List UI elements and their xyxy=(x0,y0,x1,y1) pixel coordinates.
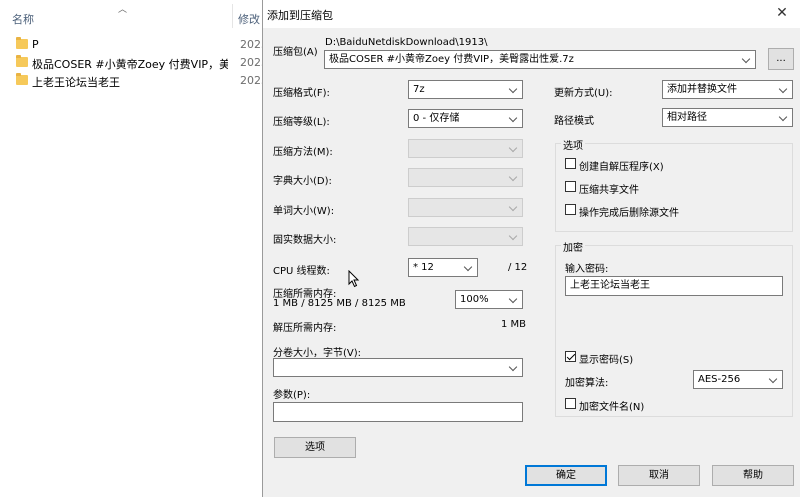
sort-up-icon: ︿ xyxy=(118,5,128,15)
chevron-down-icon xyxy=(508,140,518,157)
path-select[interactable]: 相对路径 xyxy=(662,108,793,127)
format-value: 7z xyxy=(413,84,425,95)
enc-method-select[interactable]: AES-256 xyxy=(693,370,783,389)
chevron-down-icon xyxy=(508,199,518,216)
password-input[interactable]: 上老王论坛当老王 xyxy=(565,276,783,296)
column-name[interactable]: 名称 xyxy=(12,11,34,27)
shared-label[interactable]: 压缩共享文件 xyxy=(579,181,639,196)
browse-button[interactable]: ... xyxy=(768,48,794,70)
encryption-group-title: 加密 xyxy=(561,239,585,254)
mouse-cursor-icon xyxy=(348,270,360,288)
password-value: 上老王论坛当老王 xyxy=(570,280,650,291)
cancel-button[interactable]: 取消 xyxy=(618,465,700,486)
format-select[interactable]: 7z xyxy=(408,80,523,99)
params-input[interactable] xyxy=(273,402,523,422)
chevron-down-icon[interactable] xyxy=(741,51,751,68)
chevron-down-icon[interactable] xyxy=(778,81,788,98)
file-name: 极品COSER #小黄帝Zoey 付费VIP，美... xyxy=(32,58,228,71)
format-label: 压缩格式(F): xyxy=(273,88,330,99)
enc-method-value: AES-256 xyxy=(698,374,741,385)
mem-decomp-value: 1 MB xyxy=(501,319,527,330)
method-label: 压缩方法(M): xyxy=(273,147,333,158)
column-modified[interactable]: 修改 xyxy=(238,11,260,27)
file-row[interactable]: P 2025 xyxy=(0,36,268,54)
chevron-down-icon xyxy=(508,228,518,245)
show-password-label[interactable]: 显示密码(S) xyxy=(579,351,633,366)
params-label: 参数(P): xyxy=(273,390,311,401)
sfx-checkbox[interactable] xyxy=(565,158,576,169)
add-to-archive-dialog: 添加到压缩包 ✕ 压缩包(A) D:\BaiduNetdiskDownload\… xyxy=(262,0,800,497)
path-value: 相对路径 xyxy=(667,112,707,123)
chevron-down-icon xyxy=(508,169,518,186)
archive-name-combo[interactable]: 极品COSER #小黄帝Zoey 付费VIP，美臀露出性爱.7z xyxy=(324,50,756,69)
encrypt-names-label[interactable]: 加密文件名(N) xyxy=(579,398,644,413)
options-button[interactable]: 选项 xyxy=(274,437,356,458)
mem-percent-value: 100% xyxy=(460,294,489,305)
dialog-titlebar[interactable]: 添加到压缩包 ✕ xyxy=(263,0,800,28)
column-separator[interactable] xyxy=(232,4,233,28)
file-row[interactable]: 上老王论坛当老王 2025 xyxy=(0,72,268,90)
sfx-label[interactable]: 创建自解压程序(X) xyxy=(579,158,664,173)
archive-name-value: 极品COSER #小黄帝Zoey 付费VIP，美臀露出性爱.7z xyxy=(329,54,574,65)
update-value: 添加并替换文件 xyxy=(667,84,737,95)
mem-decomp-label: 解压所需内存: xyxy=(273,323,337,334)
file-name: P xyxy=(32,38,39,51)
options-group-title: 选项 xyxy=(561,137,585,152)
archive-label: 压缩包(A) xyxy=(273,47,318,58)
show-password-checkbox[interactable] xyxy=(565,351,576,362)
folder-icon xyxy=(16,37,28,49)
file-name: 上老王论坛当老王 xyxy=(32,76,120,89)
close-icon[interactable]: ✕ xyxy=(773,4,791,22)
solid-label: 固实数据大小: xyxy=(273,235,337,246)
update-select[interactable]: 添加并替换文件 xyxy=(662,80,793,99)
enc-method-label: 加密算法: xyxy=(565,378,609,389)
word-select xyxy=(408,198,523,217)
archive-path: D:\BaiduNetdiskDownload\1913\ xyxy=(325,37,488,48)
password-label: 输入密码: xyxy=(565,264,609,275)
shared-checkbox[interactable] xyxy=(565,181,576,192)
cpu-value: * 12 xyxy=(413,262,434,273)
folder-icon xyxy=(16,73,28,85)
delete-label[interactable]: 操作完成后删除源文件 xyxy=(579,204,679,219)
chevron-down-icon[interactable] xyxy=(768,371,778,388)
chevron-down-icon[interactable] xyxy=(508,81,518,98)
dict-label: 字典大小(D): xyxy=(273,176,332,187)
chevron-down-icon[interactable] xyxy=(508,110,518,127)
level-label: 压缩等级(L): xyxy=(273,117,330,128)
folder-icon xyxy=(16,55,28,67)
solid-select xyxy=(408,227,523,246)
file-explorer: 名称 ︿ 修改 P 2025 极品COSER #小黄帝Zoey 付费VIP，美.… xyxy=(0,0,268,497)
method-select xyxy=(408,139,523,158)
cpu-label: CPU 线程数: xyxy=(273,266,330,277)
chevron-down-icon[interactable] xyxy=(508,291,518,308)
file-row[interactable]: 极品COSER #小黄帝Zoey 付费VIP，美... 2025 xyxy=(0,54,268,72)
delete-checkbox[interactable] xyxy=(565,204,576,215)
level-select[interactable]: 0 - 仅存储 xyxy=(408,109,523,128)
cpu-max: / 12 xyxy=(508,262,528,273)
column-header: 名称 ︿ 修改 xyxy=(0,0,262,30)
dict-select xyxy=(408,168,523,187)
chevron-down-icon[interactable] xyxy=(778,109,788,126)
encrypt-names-checkbox[interactable] xyxy=(565,398,576,409)
chevron-down-icon[interactable] xyxy=(463,259,473,276)
split-select[interactable] xyxy=(273,358,523,377)
mem-comp-value: 1 MB / 8125 MB / 8125 MB xyxy=(273,298,406,309)
path-label: 路径模式 xyxy=(554,116,594,127)
dialog-title: 添加到压缩包 xyxy=(267,9,333,22)
mem-percent-select[interactable]: 100% xyxy=(455,290,523,309)
update-label: 更新方式(U): xyxy=(554,88,613,99)
split-label: 分卷大小，字节(V): xyxy=(273,348,362,359)
ok-button[interactable]: 确定 xyxy=(525,465,607,486)
level-value: 0 - 仅存储 xyxy=(413,113,460,124)
cpu-select[interactable]: * 12 xyxy=(408,258,478,277)
help-button[interactable]: 帮助 xyxy=(712,465,794,486)
word-label: 单词大小(W): xyxy=(273,206,335,217)
chevron-down-icon[interactable] xyxy=(508,359,518,376)
